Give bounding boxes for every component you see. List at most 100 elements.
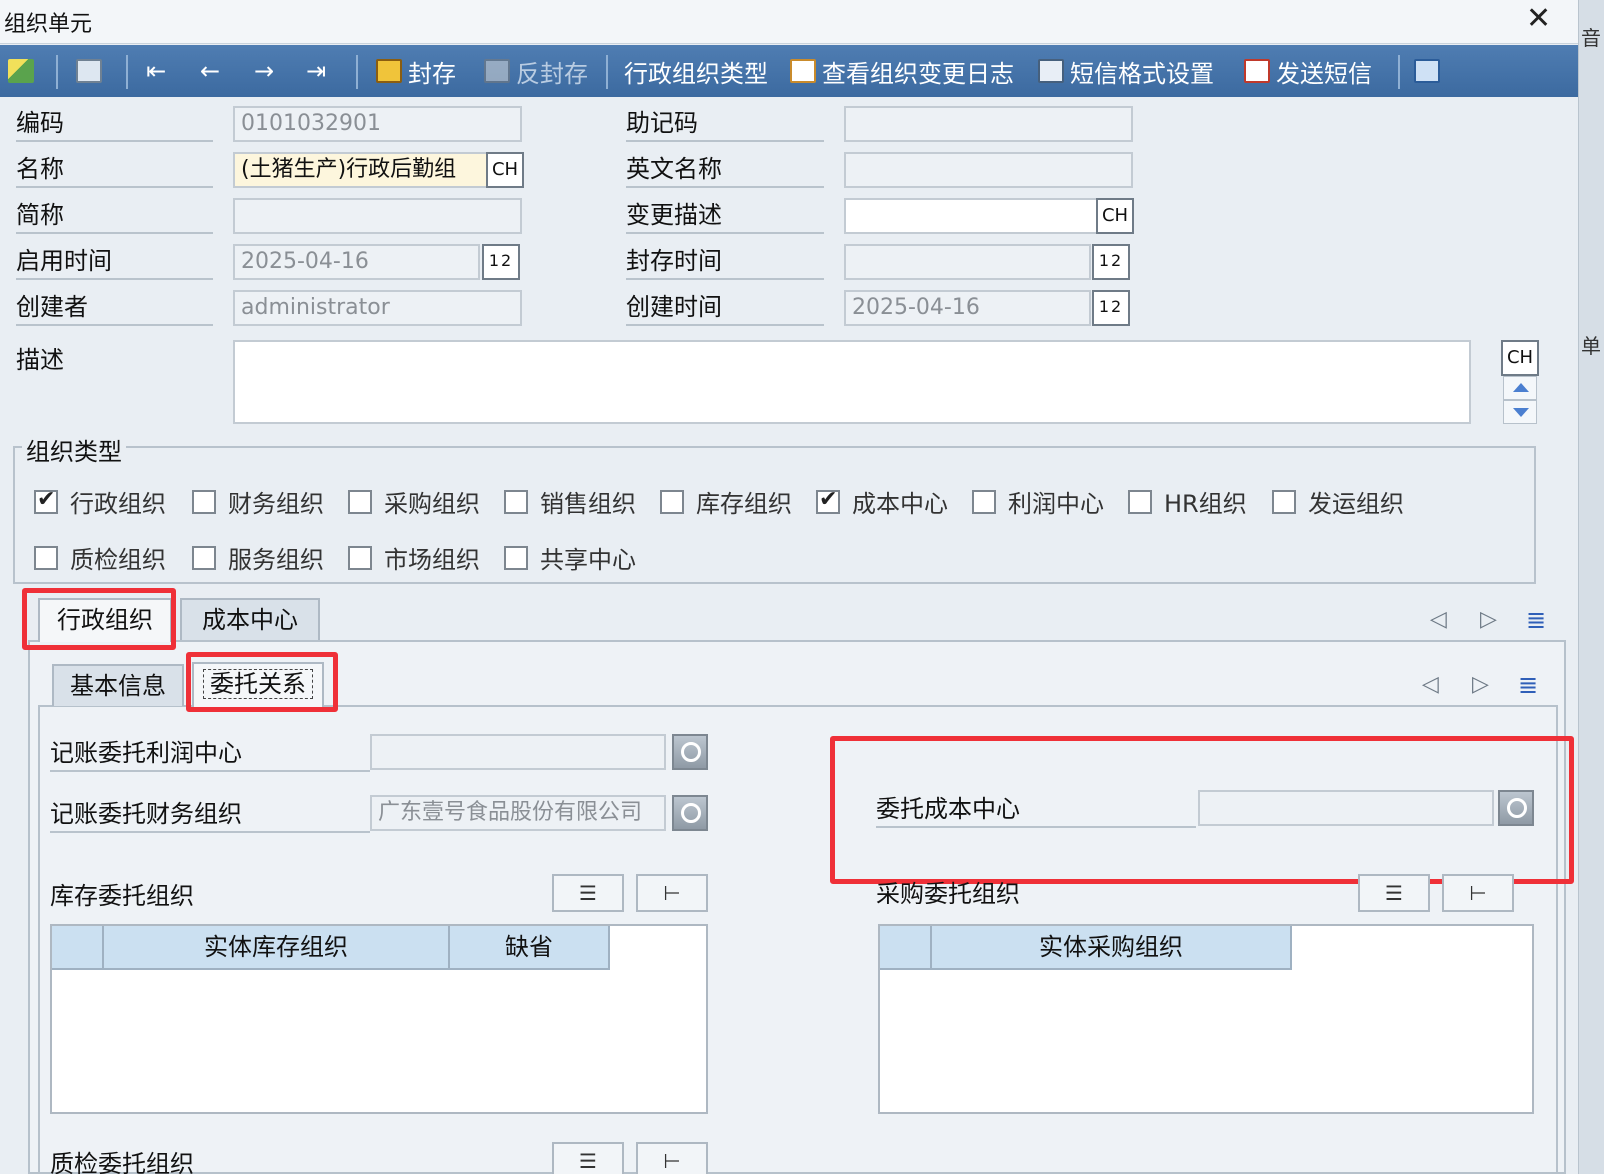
checkbox-icon (348, 489, 372, 514)
sms-format-label: 短信格式设置 (1070, 59, 1214, 88)
edit-button[interactable] (8, 53, 40, 89)
finance-org-delegation-field[interactable]: 广东壹号食品股份有限公司 (370, 795, 666, 831)
purchase-delegation-table[interactable]: 实体采购组织 (878, 924, 1534, 1114)
inner-tab-scroll-left-icon[interactable]: ◁ (1422, 672, 1439, 697)
calendar-icon[interactable]: 12 (482, 244, 520, 280)
name-lang-button[interactable]: CH (486, 152, 524, 188)
column-header[interactable]: 缺省 (450, 926, 610, 970)
description-label: 描述 (16, 346, 64, 374)
lookup-icon[interactable] (672, 795, 708, 831)
code-field[interactable]: 0101032901 (233, 106, 522, 142)
view-change-log-button[interactable]: 查看组织变更日志 (790, 53, 1014, 89)
calendar-icon[interactable]: 12 (1092, 290, 1130, 326)
inner-tab-list-icon[interactable]: ≣ (1518, 671, 1538, 699)
seal-time-field[interactable] (844, 244, 1091, 280)
mnemonic-field[interactable] (844, 106, 1133, 142)
brush-icon (8, 59, 34, 83)
seal-button[interactable]: 封存 (376, 53, 456, 89)
add-row-button[interactable]: ☰ (552, 874, 624, 912)
tab-cost-center[interactable]: 成本中心 (180, 598, 320, 640)
checkbox-label: 共享中心 (540, 546, 636, 574)
code-label: 编码 (16, 104, 213, 142)
last-record-button[interactable]: ⇥ (306, 53, 326, 89)
tab-scroll-right-icon[interactable]: ▷ (1480, 607, 1497, 632)
background-text-fragment: 音 (1581, 26, 1601, 50)
exit-button[interactable] (1414, 53, 1446, 89)
save-icon (76, 59, 102, 83)
next-record-button[interactable]: → (254, 53, 274, 89)
tab-scroll-left-icon[interactable]: ◁ (1430, 607, 1447, 632)
calendar-icon[interactable]: 12 (1092, 244, 1130, 280)
profit-center-delegation-field[interactable] (370, 734, 666, 770)
insert-row-button[interactable]: ⊢ (636, 874, 708, 912)
description-lang-button[interactable]: CH (1501, 340, 1539, 376)
org-type-checkbox-purchase[interactable]: 采购组织 (348, 484, 480, 519)
create-time-field[interactable]: 2025-04-16 (844, 290, 1091, 326)
english-name-label: 英文名称 (626, 150, 824, 188)
add-row-button[interactable]: ☰ (1358, 874, 1430, 912)
short-name-label: 简称 (16, 196, 213, 234)
lookup-icon[interactable] (672, 734, 708, 770)
name-field[interactable]: (土猪生产)行政后勤组 (233, 152, 488, 188)
sms-format-button[interactable]: 短信格式设置 (1038, 53, 1214, 89)
org-type-checkbox-cost-center[interactable]: 成本中心 (816, 484, 948, 519)
column-header[interactable]: 实体采购组织 (932, 926, 1292, 970)
purchase-delegation-label: 采购委托组织 (876, 880, 1020, 904)
toolbar-separator (606, 55, 608, 89)
column-header[interactable]: 实体库存组织 (104, 926, 450, 970)
inner-tab-scroll-right-icon[interactable]: ▷ (1472, 672, 1489, 697)
enable-time-label: 启用时间 (16, 242, 213, 280)
short-name-field[interactable] (233, 198, 522, 234)
org-type-checkbox-inventory[interactable]: 库存组织 (660, 484, 792, 519)
english-name-field[interactable] (844, 152, 1133, 188)
toolbar: ⇤ ← → ⇥ 封存 反封存 行政组织类型 查看组织变更日志 短信格式设置 发送… (0, 45, 1578, 97)
next-icon: → (254, 57, 275, 85)
checkbox-checked-icon (816, 487, 840, 514)
checkbox-icon (972, 489, 996, 514)
scroll-up-icon[interactable] (1503, 376, 1537, 400)
background-window-edge: 音 单 (1578, 0, 1604, 1174)
tab-list-icon[interactable]: ≣ (1526, 606, 1546, 634)
change-desc-field[interactable] (844, 198, 1098, 234)
org-type-checkbox-quality[interactable]: 质检组织 (34, 540, 166, 575)
admin-org-type-label: 行政组织类型 (624, 59, 768, 88)
send-sms-button[interactable]: 发送短信 (1244, 53, 1372, 89)
unseal-label: 反封存 (516, 59, 588, 88)
org-type-checkbox-service[interactable]: 服务组织 (192, 540, 324, 575)
tab-basic-info[interactable]: 基本信息 (52, 664, 184, 706)
org-type-checkbox-hr[interactable]: HR组织 (1128, 484, 1247, 519)
change-desc-lang-button[interactable]: CH (1096, 198, 1134, 234)
enable-time-field[interactable]: 2025-04-16 (233, 244, 480, 280)
background-text-fragment: 单 (1581, 334, 1601, 358)
finance-org-delegation-label: 记账委托财务组织 (50, 795, 370, 833)
checkbox-label: 利润中心 (1008, 490, 1104, 518)
prev-record-button[interactable]: ← (200, 53, 220, 89)
org-type-checkbox-shared-center[interactable]: 共享中心 (504, 540, 636, 575)
insert-row-button[interactable]: ⊢ (1442, 874, 1514, 912)
message-icon (1038, 59, 1064, 83)
insert-row-button[interactable]: ⊢ (636, 1142, 708, 1174)
add-row-button[interactable]: ☰ (552, 1142, 624, 1174)
checkbox-icon (192, 545, 216, 570)
checkbox-icon (192, 489, 216, 514)
close-icon[interactable]: ✕ (1526, 2, 1551, 36)
org-type-checkbox-admin[interactable]: 行政组织 (34, 484, 166, 519)
org-type-checkbox-shipping[interactable]: 发运组织 (1272, 484, 1404, 519)
creator-field[interactable]: administrator (233, 290, 522, 326)
admin-org-type-button[interactable]: 行政组织类型 (624, 53, 768, 89)
description-textarea[interactable] (233, 340, 1471, 424)
org-type-checkbox-profit-center[interactable]: 利润中心 (972, 484, 1104, 519)
unarchive-icon (484, 59, 510, 83)
scroll-down-icon[interactable] (1503, 400, 1537, 424)
org-type-checkbox-sales[interactable]: 销售组织 (504, 484, 636, 519)
unseal-button[interactable]: 反封存 (484, 53, 588, 89)
first-record-button[interactable]: ⇤ (146, 53, 166, 89)
last-icon: ⇥ (306, 57, 327, 85)
save-button[interactable] (76, 53, 108, 89)
org-type-checkbox-finance[interactable]: 财务组织 (192, 484, 324, 519)
org-type-checkbox-market[interactable]: 市场组织 (348, 540, 480, 575)
inventory-delegation-table[interactable]: 实体库存组织 缺省 (50, 924, 708, 1114)
checkbox-label: 库存组织 (696, 490, 792, 518)
first-icon: ⇤ (146, 57, 167, 85)
title-bar: 组织单元 ✕ (0, 0, 1604, 44)
